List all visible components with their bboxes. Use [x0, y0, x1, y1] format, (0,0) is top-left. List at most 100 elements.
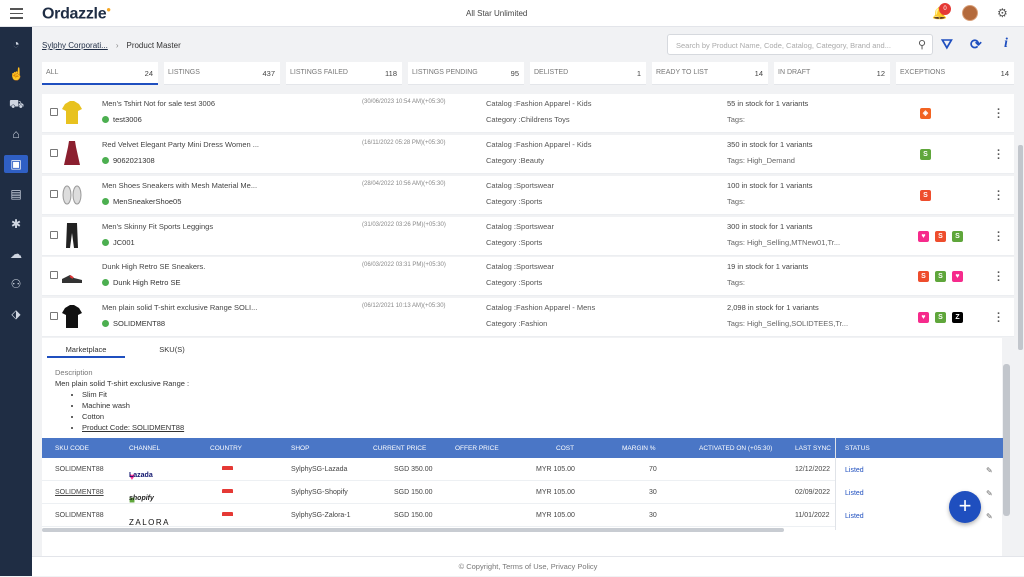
- grid-sku[interactable]: SOLIDMENT88: [55, 466, 104, 473]
- grid-cost: MYR 105.00: [536, 466, 575, 473]
- product-code-link[interactable]: Product Code: SOLIDMENT88: [82, 423, 184, 434]
- product-thumbnail[interactable]: [61, 221, 83, 249]
- row-checkbox[interactable]: [50, 149, 58, 157]
- edit-pencil-icon[interactable]: ✎: [986, 466, 993, 475]
- more-options-icon[interactable]: · · ·: [997, 228, 1001, 247]
- integrations-icon[interactable]: ✱: [9, 217, 23, 231]
- shopee-icon[interactable]: S: [920, 190, 931, 201]
- grid-last-sync: 11/01/2022: [795, 512, 830, 519]
- shopify-icon[interactable]: S: [952, 231, 963, 242]
- product-thumbnail[interactable]: [61, 180, 83, 208]
- menu-icon[interactable]: [10, 8, 23, 19]
- product-row[interactable]: Men's Tshirt Not for sale test 3006 test3…: [42, 94, 1014, 133]
- product-row[interactable]: Men Shoes Sneakers with Mesh Material Me…: [42, 176, 1014, 215]
- app-logo[interactable]: Ordazzle●: [42, 5, 111, 23]
- search-input[interactable]: Search by Product Name, Code, Catalog, C…: [667, 34, 933, 55]
- tab-delisted[interactable]: DELISTED 1: [530, 62, 646, 85]
- more-options-icon[interactable]: · · ·: [997, 105, 1001, 124]
- refresh-icon[interactable]: ⟳: [970, 36, 982, 53]
- magento-icon[interactable]: ◈: [920, 108, 931, 119]
- status-listed[interactable]: Listed: [845, 513, 864, 520]
- shopee-icon[interactable]: S: [935, 231, 946, 242]
- bell-icon[interactable]: 🔔 0: [932, 3, 951, 20]
- breadcrumb-parent[interactable]: Sylphy Corporati...: [42, 41, 108, 50]
- shopee-icon[interactable]: S: [918, 271, 929, 282]
- search-icon[interactable]: ⚲: [918, 38, 926, 51]
- detail-scrollbar[interactable]: [1003, 364, 1010, 516]
- info-icon[interactable]: i: [1004, 36, 1008, 52]
- product-row[interactable]: Red Velvet Elegant Party Mini Dress Wome…: [42, 135, 1014, 174]
- product-name[interactable]: Men's Skinny Fit Sports Leggings: [102, 222, 213, 231]
- col-channel[interactable]: CHANNEL: [129, 445, 160, 452]
- avatar[interactable]: [962, 5, 978, 21]
- warehouse-icon[interactable]: ⌂: [9, 127, 23, 141]
- page-scrollbar[interactable]: [1018, 145, 1023, 350]
- hand-icon[interactable]: ☝: [9, 67, 24, 81]
- dashboard-icon[interactable]: ◔: [9, 37, 23, 51]
- col-last-sync[interactable]: LAST SYNC: [795, 445, 831, 452]
- edit-pencil-icon[interactable]: ✎: [986, 512, 993, 521]
- users-icon[interactable]: ⚇: [9, 277, 23, 291]
- shopify-icon[interactable]: S: [935, 312, 946, 323]
- gear-icon[interactable]: ⚙: [997, 6, 1008, 20]
- product-thumbnail[interactable]: [61, 98, 83, 126]
- product-row[interactable]: Men plain solid T-shirt exclusive Range …: [42, 298, 1014, 337]
- product-row[interactable]: Dunk High Retro SE Sneakers. Dunk High Re…: [42, 257, 1014, 296]
- lazada-icon[interactable]: ♥: [918, 312, 929, 323]
- col-shop[interactable]: SHOP: [291, 445, 309, 452]
- shopify-icon[interactable]: S: [935, 271, 946, 282]
- product-box-icon[interactable]: ▣: [4, 155, 28, 173]
- col-activated-on[interactable]: ACTIVATED ON (+05:30): [699, 445, 772, 452]
- filter-icon[interactable]: ⛛: [941, 36, 953, 53]
- tab-listings-pending[interactable]: LISTINGS PENDING 95: [408, 62, 524, 85]
- product-thumbnail[interactable]: [61, 302, 83, 330]
- edit-pencil-icon[interactable]: ✎: [986, 489, 993, 498]
- tab-ready-to-list[interactable]: READY TO LIST 14: [652, 62, 768, 85]
- cart-icon[interactable]: ⛟: [9, 97, 24, 111]
- product-name[interactable]: Dunk High Retro SE Sneakers.: [102, 262, 205, 271]
- tab-all[interactable]: ALL 24: [42, 62, 158, 85]
- zalora-icon[interactable]: Z: [952, 312, 963, 323]
- col-current-price[interactable]: CURRENT PRICE: [373, 445, 426, 452]
- col-sku-code[interactable]: SKU CODE: [55, 445, 89, 452]
- catalog-icon[interactable]: ▤: [9, 187, 23, 201]
- product-row[interactable]: Men's Skinny Fit Sports Leggings JC001 (31…: [42, 217, 1014, 256]
- col-cost[interactable]: COST: [556, 445, 574, 452]
- tab-listings-failed[interactable]: LISTINGS FAILED 118: [286, 62, 402, 85]
- col-offer-price[interactable]: OFFER PRICE: [455, 445, 499, 452]
- row-checkbox[interactable]: [50, 108, 58, 116]
- tab-marketplace[interactable]: Marketplace: [47, 342, 125, 358]
- col-margin[interactable]: MARGIN %: [622, 445, 656, 452]
- cloud-icon[interactable]: ☁: [9, 247, 23, 261]
- col-country[interactable]: COUNTRY: [210, 445, 242, 452]
- product-name[interactable]: Men Shoes Sneakers with Mesh Material Me…: [102, 181, 257, 190]
- row-checkbox[interactable]: [50, 190, 58, 198]
- more-options-icon[interactable]: · · ·: [997, 146, 1001, 165]
- lazada-icon[interactable]: ♥: [918, 231, 929, 242]
- product-thumbnail[interactable]: [61, 261, 83, 289]
- tab-label: LISTINGS PENDING: [412, 69, 478, 76]
- shopify-icon[interactable]: S: [920, 149, 931, 160]
- add-button[interactable]: +: [949, 491, 981, 523]
- status-listed[interactable]: Listed: [845, 467, 864, 474]
- more-options-icon[interactable]: · · ·: [997, 268, 1001, 287]
- more-options-icon[interactable]: · · ·: [997, 187, 1001, 206]
- tab-listings[interactable]: LISTINGS 437: [164, 62, 280, 85]
- product-thumbnail[interactable]: [61, 139, 83, 167]
- handshake-icon[interactable]: ⬗: [9, 307, 23, 321]
- tab-exceptions[interactable]: EXCEPTIONS 14: [896, 62, 1014, 85]
- horizontal-scrollbar[interactable]: [42, 528, 784, 532]
- tab-skus[interactable]: SKU(S): [142, 342, 202, 358]
- grid-sku[interactable]: SOLIDMENT88: [55, 489, 104, 496]
- grid-sku[interactable]: SOLIDMENT88: [55, 512, 104, 519]
- more-options-icon[interactable]: · · ·: [997, 309, 1001, 328]
- product-name[interactable]: Men plain solid T-shirt exclusive Range …: [102, 303, 257, 312]
- row-checkbox[interactable]: [50, 231, 58, 239]
- product-name[interactable]: Men's Tshirt Not for sale test 3006: [102, 99, 215, 108]
- row-checkbox[interactable]: [50, 271, 58, 279]
- product-name[interactable]: Red Velvet Elegant Party Mini Dress Wome…: [102, 140, 259, 149]
- status-listed[interactable]: Listed: [845, 490, 864, 497]
- tab-in-draft[interactable]: IN DRAFT 12: [774, 62, 890, 85]
- row-checkbox[interactable]: [50, 312, 58, 320]
- lazada-icon[interactable]: ♥: [952, 271, 963, 282]
